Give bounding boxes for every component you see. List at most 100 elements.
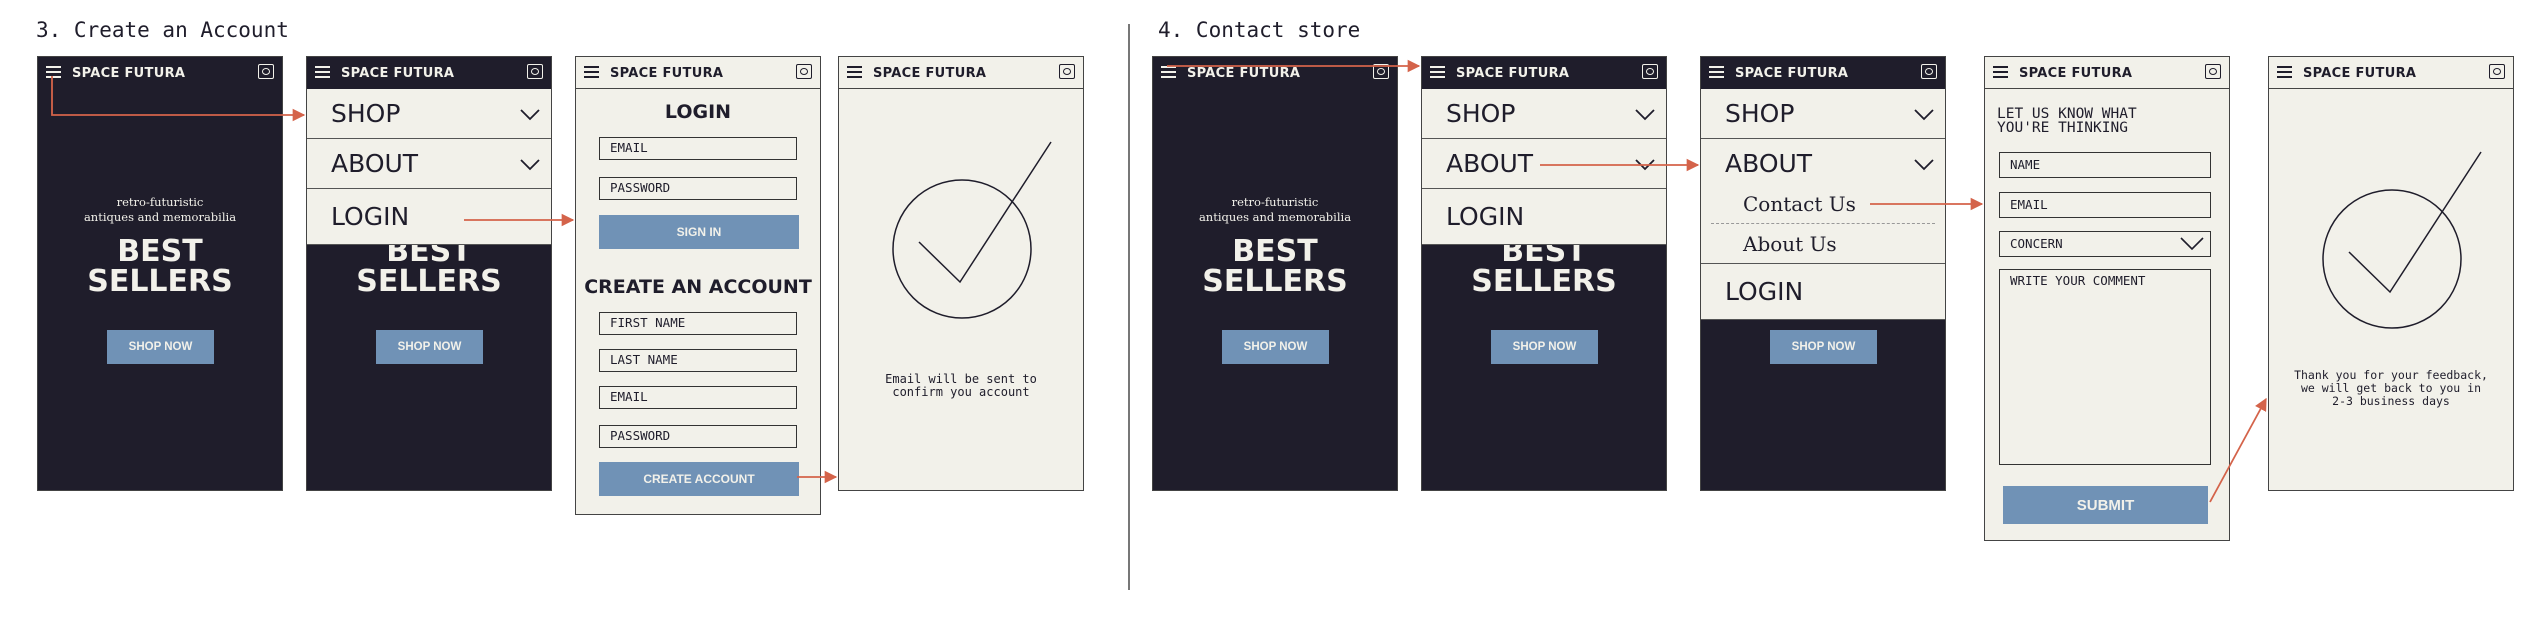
hero-title: BEST SELLERS [356,234,502,299]
hamburger-menu-icon[interactable] [1430,66,1445,78]
section-title-contact-store: 4. Contact store [1158,18,1361,42]
nav-menu: SHOP ABOUT LOGIN [307,89,551,245]
app-header: SPACE FUTURA [576,57,820,89]
nav-menu: SHOP ABOUT Contact Us About Us LOGIN [1701,89,1945,320]
first-name-field[interactable]: FIRST NAME [599,312,797,335]
chevron-down-icon [1914,109,1934,121]
cart-icon[interactable] [1059,64,1075,79]
brand-logo: SPACE FUTURA [610,66,724,81]
login-email-field[interactable]: EMAIL [599,137,797,160]
create-account-title: CREATE AN ACCOUNT [584,276,812,298]
concern-dropdown-value: CONCERN [2010,236,2063,251]
hamburger-menu-icon[interactable] [2277,66,2292,78]
last-name-field[interactable]: LAST NAME [599,349,797,372]
cart-icon[interactable] [1373,64,1389,79]
shop-now-button[interactable]: SHOP NOW [1222,330,1329,364]
menu-item-label: SHOP [1446,99,1516,128]
contact-email-field[interactable]: EMAIL [1999,192,2211,218]
screen-menu-open: SPACE FUTURA BEST SELLERS SHOP NOW SHOP … [306,56,552,491]
shop-now-button[interactable]: SHOP NOW [107,330,214,364]
hero-title: BEST SELLERS [1471,234,1617,299]
menu-item-shop[interactable]: SHOP [1701,89,1945,139]
submenu-item-contact-us[interactable]: Contact Us [1701,189,1945,223]
create-email-field[interactable]: EMAIL [599,386,797,409]
screen-contact-form: SPACE FUTURA LET US KNOW WHAT YOU'RE THI… [1984,56,2230,541]
app-header: SPACE FUTURA [839,57,1083,89]
submit-button[interactable]: SUBMIT [2003,486,2208,524]
hamburger-menu-icon[interactable] [46,66,61,78]
menu-item-label: LOGIN [1446,202,1525,231]
menu-item-about[interactable]: ABOUT [1422,139,1666,189]
create-password-field[interactable]: PASSWORD [599,425,797,448]
sign-in-button[interactable]: SIGN IN [599,215,799,249]
menu-item-label: ABOUT [331,149,419,178]
login-title: LOGIN [664,101,732,123]
comment-textarea[interactable]: WRITE YOUR COMMENT [1999,269,2211,465]
brand-logo: SPACE FUTURA [873,66,987,81]
screen-about-expanded: SPACE FUTURA SHOP NOW SHOP ABOUT Contact… [1700,56,1946,491]
menu-item-label: SHOP [1725,99,1795,128]
screen-home: SPACE FUTURA retro-futuristic antiques a… [1152,56,1398,491]
hamburger-menu-icon[interactable] [1993,66,2008,78]
submenu-item-about-us[interactable]: About Us [1701,224,1945,264]
cart-icon[interactable] [527,64,543,79]
app-header: SPACE FUTURA [1422,57,1666,89]
brand-logo: SPACE FUTURA [2019,66,2133,81]
concern-dropdown[interactable]: CONCERN [1999,231,2211,257]
checkmark-icon [2322,151,2482,329]
hamburger-menu-icon[interactable] [847,66,862,78]
menu-item-login[interactable]: LOGIN [307,189,551,245]
hero-subtitle: retro-futuristic antiques and memorabili… [83,195,237,224]
menu-item-shop[interactable]: SHOP [1422,89,1666,139]
screen-home: SPACE FUTURA retro-futuristic antiques a… [37,56,283,491]
menu-item-label: SHOP [331,99,401,128]
chevron-down-icon [2180,237,2204,251]
app-header: SPACE FUTURA [307,57,551,89]
cart-icon[interactable] [796,64,812,79]
shop-now-button[interactable]: SHOP NOW [1491,330,1598,364]
app-header: SPACE FUTURA [1153,57,1397,89]
brand-logo: SPACE FUTURA [341,66,455,81]
app-header: SPACE FUTURA [1701,57,1945,89]
brand-logo: SPACE FUTURA [2303,66,2417,81]
checkmark-icon [892,141,1052,319]
contact-name-field[interactable]: NAME [1999,152,2211,178]
brand-logo: SPACE FUTURA [1735,66,1849,81]
cart-icon[interactable] [1642,64,1658,79]
menu-item-shop[interactable]: SHOP [307,89,551,139]
contact-heading: LET US KNOW WHAT YOU'RE THINKING [1997,106,2137,136]
menu-item-label: LOGIN [1725,277,1804,306]
hamburger-menu-icon[interactable] [1709,66,1724,78]
hamburger-menu-icon[interactable] [1161,66,1176,78]
brand-logo: SPACE FUTURA [1187,66,1301,81]
screen-account-confirmation: SPACE FUTURA Email will be sent to confi… [838,56,1084,491]
section-divider [1128,24,1130,590]
login-password-field[interactable]: PASSWORD [599,177,797,200]
hero-title: BEST SELLERS [1202,234,1348,299]
cart-icon[interactable] [258,64,274,79]
hero-subtitle: retro-futuristic antiques and memorabili… [1198,195,1352,224]
create-account-button[interactable]: CREATE ACCOUNT [599,462,799,496]
screen-menu-open: SPACE FUTURA BEST SELLERS SHOP NOW SHOP … [1421,56,1667,491]
hamburger-menu-icon[interactable] [584,66,599,78]
confirmation-message: Email will be sent to confirm you accoun… [885,372,1037,399]
menu-item-about[interactable]: ABOUT [307,139,551,189]
menu-item-about[interactable]: ABOUT [1701,139,1945,189]
shop-now-button[interactable]: SHOP NOW [376,330,483,364]
hero-title: BEST SELLERS [87,234,233,299]
shop-now-button[interactable]: SHOP NOW [1770,330,1877,364]
menu-item-login[interactable]: LOGIN [1422,189,1666,245]
feedback-message: Thank you for your feedback, we will get… [2294,368,2488,408]
cart-icon[interactable] [2205,64,2221,79]
cart-icon[interactable] [1921,64,1937,79]
brand-logo: SPACE FUTURA [1456,66,1570,81]
menu-item-label: ABOUT [1725,149,1813,178]
cart-icon[interactable] [2489,64,2505,79]
menu-item-login[interactable]: LOGIN [1701,264,1945,320]
chevron-down-icon [1914,159,1934,171]
chevron-down-icon [520,159,540,171]
chevron-down-icon [1635,159,1655,171]
hamburger-menu-icon[interactable] [315,66,330,78]
menu-item-label: ABOUT [1446,149,1534,178]
screen-login-form: SPACE FUTURA LOGIN EMAIL PASSWORD SIGN I… [575,56,821,515]
